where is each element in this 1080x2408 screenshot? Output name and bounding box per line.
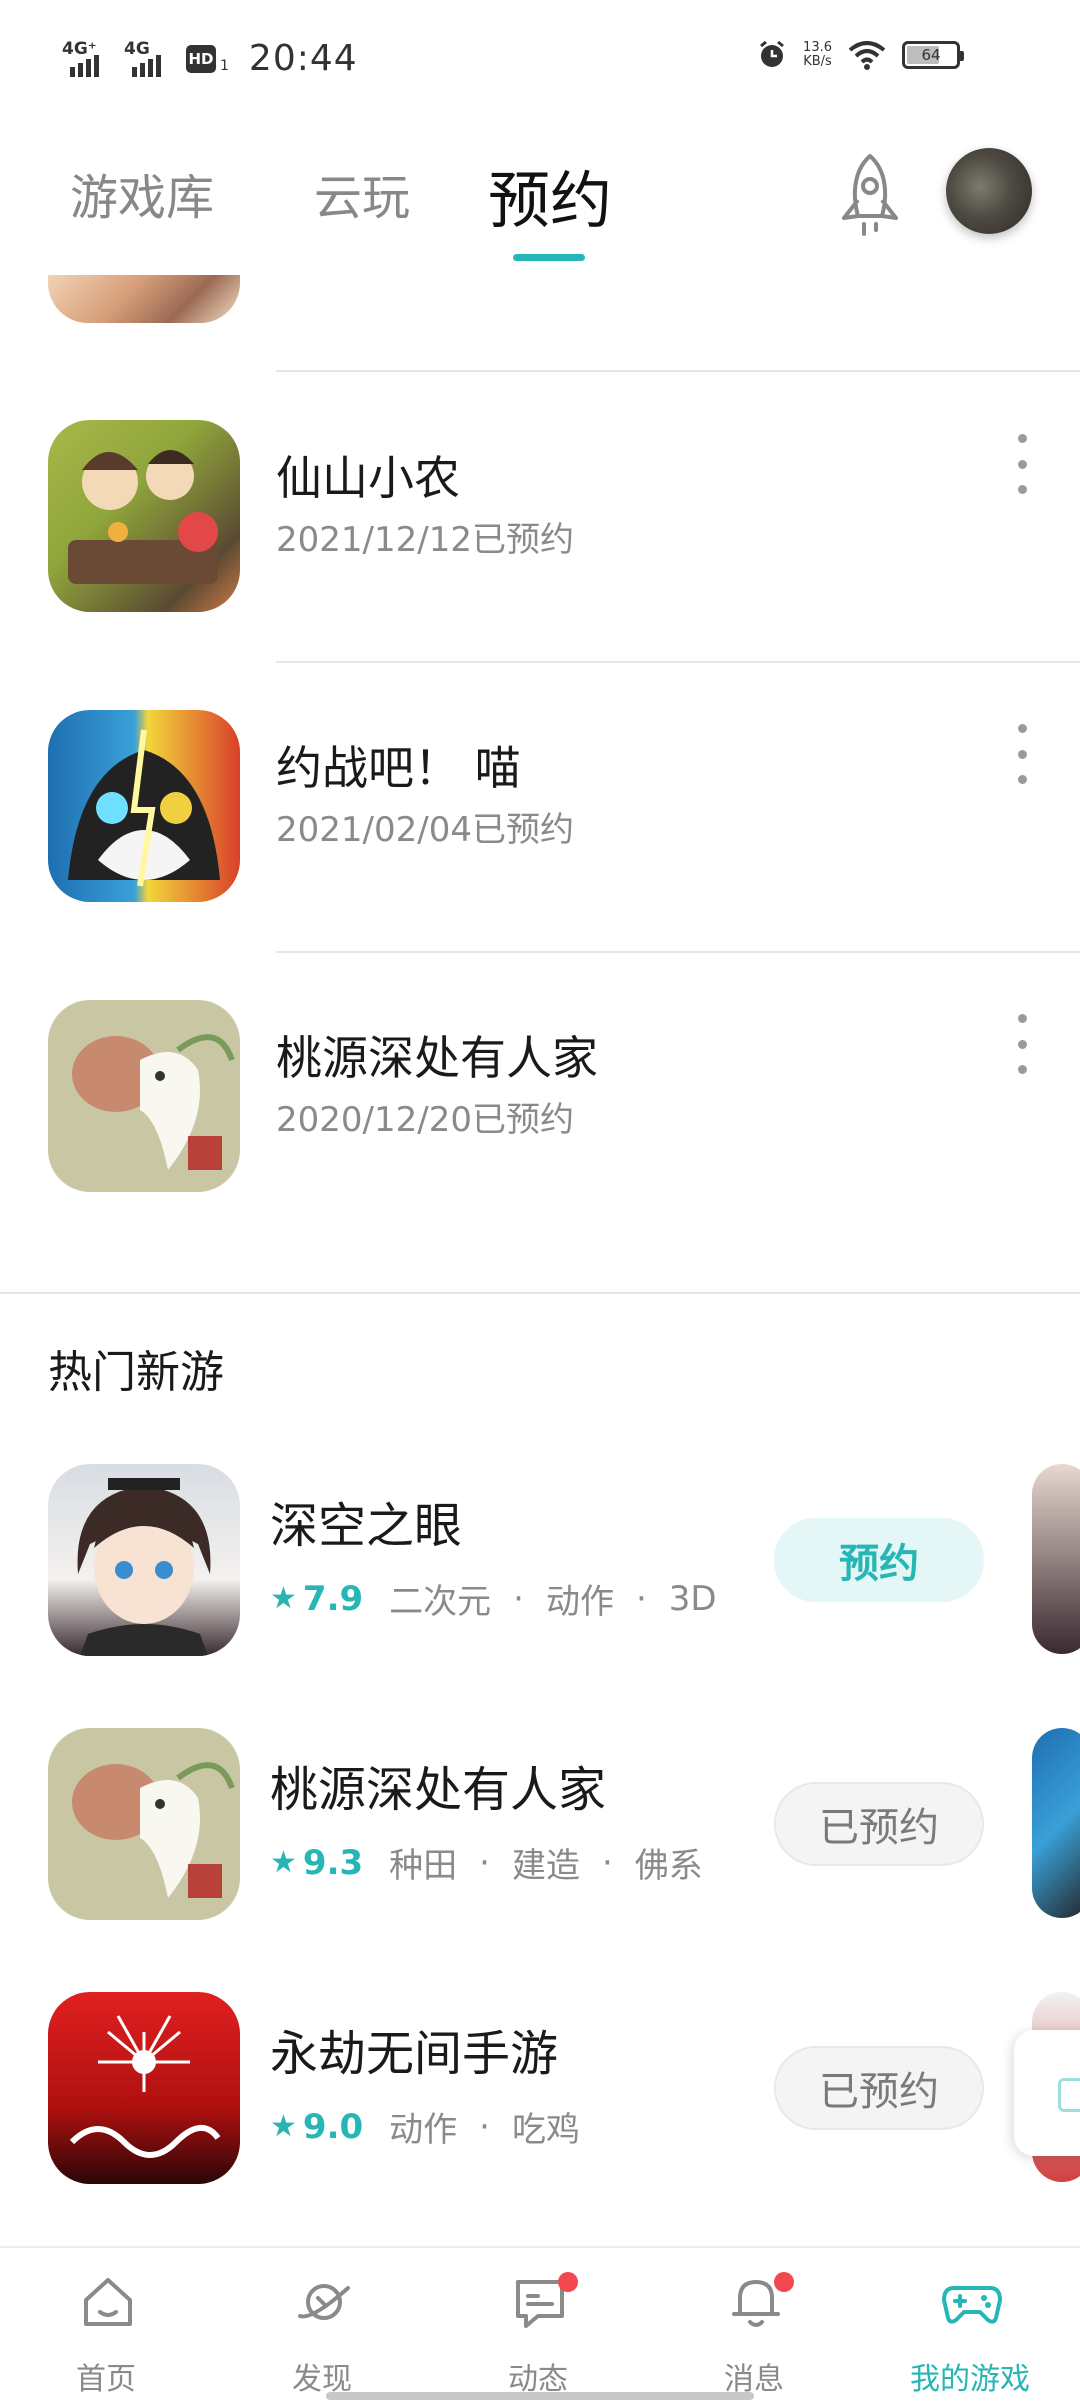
game-title: 仙山小农	[276, 451, 460, 505]
battery-icon: 64	[902, 41, 964, 69]
game-meta: ★ 7.9 二次元 · 动作 · 3D	[270, 1574, 717, 1623]
separator-dot: ·	[513, 1578, 524, 1619]
next-card-peek[interactable]	[1032, 1464, 1080, 1654]
top-tab-bar: 游戏库 云玩 预约	[0, 130, 1080, 280]
nav-discover[interactable]: 发现	[252, 2270, 392, 2400]
planet-icon	[298, 2284, 350, 2320]
tag: 佛系	[634, 1846, 703, 1886]
game-icon	[48, 1728, 240, 1920]
reserved-date: 2021/12/12已预约	[276, 520, 574, 560]
user-avatar[interactable]	[946, 148, 1032, 234]
game-icon	[48, 1464, 240, 1656]
cellular-signal-icon: 4G⁺	[62, 39, 110, 79]
reserved-date: 2020/12/20已预约	[276, 1100, 574, 1140]
game-title: 约战吧！ 喵	[276, 741, 521, 795]
game-icon	[48, 1000, 240, 1192]
next-card-peek[interactable]	[1032, 1728, 1080, 1918]
game-meta: ★ 9.3 种田 · 建造 · 佛系	[270, 1838, 703, 1887]
active-tab-indicator	[513, 254, 585, 261]
game-score: 9.0	[302, 2106, 364, 2147]
tag: 种田	[389, 1846, 458, 1886]
game-meta: ★ 9.0 动作 · 吃鸡	[270, 2102, 580, 2151]
more-options-icon[interactable]	[1012, 724, 1032, 784]
hot-game-item[interactable]: 永劫无间手游 ★ 9.0 动作 · 吃鸡 已预约	[0, 1992, 1080, 2192]
floating-download-widget[interactable]	[1014, 2030, 1080, 2156]
reserved-game-item[interactable]: 桃源深处有人家 2020/12/20已预约	[0, 1000, 1080, 1200]
tag: 3D	[668, 1578, 717, 1619]
tag: 二次元	[389, 1582, 492, 1622]
game-icon	[48, 420, 240, 612]
notification-badge	[774, 2272, 794, 2292]
reserved-button[interactable]: 已预约	[774, 2046, 984, 2130]
star-icon: ★	[270, 1581, 297, 1616]
clock: 20:44	[248, 38, 358, 79]
reserved-date: 2021/02/04已预约	[276, 810, 574, 850]
separator-dot: ·	[479, 2106, 490, 2147]
separator-dot: ·	[479, 1842, 490, 1883]
hd-voice-icon: HD	[186, 44, 216, 73]
more-options-icon[interactable]	[1012, 1014, 1032, 1074]
nav-messages[interactable]: 消息	[684, 2270, 824, 2400]
nav-label: 我的游戏	[910, 2362, 1030, 2397]
tag: 建造	[511, 1846, 580, 1886]
tab-reservation[interactable]: 预约	[488, 150, 612, 240]
download-icon	[1058, 2078, 1080, 2112]
tag: 吃鸡	[511, 2110, 580, 2150]
status-bar: 4G⁺ 4G HD 1 20:44 13.6 KB/s 64	[0, 0, 1080, 120]
star-icon: ★	[270, 2109, 297, 2144]
game-title: 永劫无间手游	[270, 2026, 559, 2082]
nav-feed[interactable]: 动态	[468, 2270, 608, 2400]
home-icon	[84, 2278, 132, 2326]
game-icon-partial[interactable]	[48, 275, 240, 323]
nav-my-games[interactable]: 我的游戏	[900, 2270, 1040, 2400]
game-icon	[48, 1992, 240, 2184]
bottom-nav: 首页 发现 动态 消息 我的游戏	[0, 2246, 1080, 2408]
game-score: 7.9	[302, 1578, 364, 1619]
alarm-icon	[760, 40, 784, 67]
sim-index: 1	[220, 57, 229, 74]
separator-dot: ·	[601, 1842, 613, 1883]
tag: 动作	[389, 2110, 458, 2150]
tab-game-library[interactable]: 游戏库	[70, 158, 214, 228]
home-indicator[interactable]	[326, 2392, 754, 2400]
more-options-icon[interactable]	[1012, 434, 1032, 494]
network-speed: 13.6 KB/s	[803, 40, 832, 69]
game-title: 深空之眼	[270, 1498, 463, 1554]
game-title: 桃源深处有人家	[270, 1762, 607, 1818]
section-title: 热门新游	[48, 1347, 224, 1398]
divider	[276, 661, 1080, 663]
hot-game-item[interactable]: 桃源深处有人家 ★ 9.3 种田 · 建造 · 佛系 已预约	[0, 1728, 1080, 1928]
hot-game-item[interactable]: 深空之眼 ★ 7.9 二次元 · 动作 · 3D 预约	[0, 1464, 1080, 1664]
battery-level: 64	[921, 46, 941, 64]
reserve-button[interactable]: 预约	[774, 1518, 984, 1602]
game-title: 桃源深处有人家	[276, 1031, 598, 1085]
tab-cloud-play[interactable]: 云玩	[314, 158, 410, 228]
divider	[276, 951, 1080, 953]
wifi-icon	[848, 41, 886, 70]
gamepad-icon	[942, 2286, 1002, 2324]
game-icon	[48, 710, 240, 902]
notification-badge	[558, 2272, 578, 2292]
tag: 动作	[545, 1582, 614, 1622]
separator-dot: ·	[635, 1578, 647, 1619]
divider	[276, 370, 1080, 372]
game-score: 9.3	[302, 1842, 364, 1883]
section-divider	[0, 1292, 1080, 1294]
star-icon: ★	[270, 1845, 297, 1880]
reserved-game-item[interactable]: 约战吧！ 喵 2021/02/04已预约	[0, 710, 1080, 910]
reserved-game-item[interactable]: 仙山小农 2021/12/12已预约	[0, 420, 1080, 620]
nav-label: 首页	[76, 2362, 136, 2397]
cellular-signal-icon-2: 4G	[124, 39, 172, 79]
nav-home[interactable]: 首页	[36, 2270, 176, 2400]
reserved-button[interactable]: 已预约	[774, 1782, 984, 1866]
rocket-icon[interactable]	[832, 150, 908, 240]
